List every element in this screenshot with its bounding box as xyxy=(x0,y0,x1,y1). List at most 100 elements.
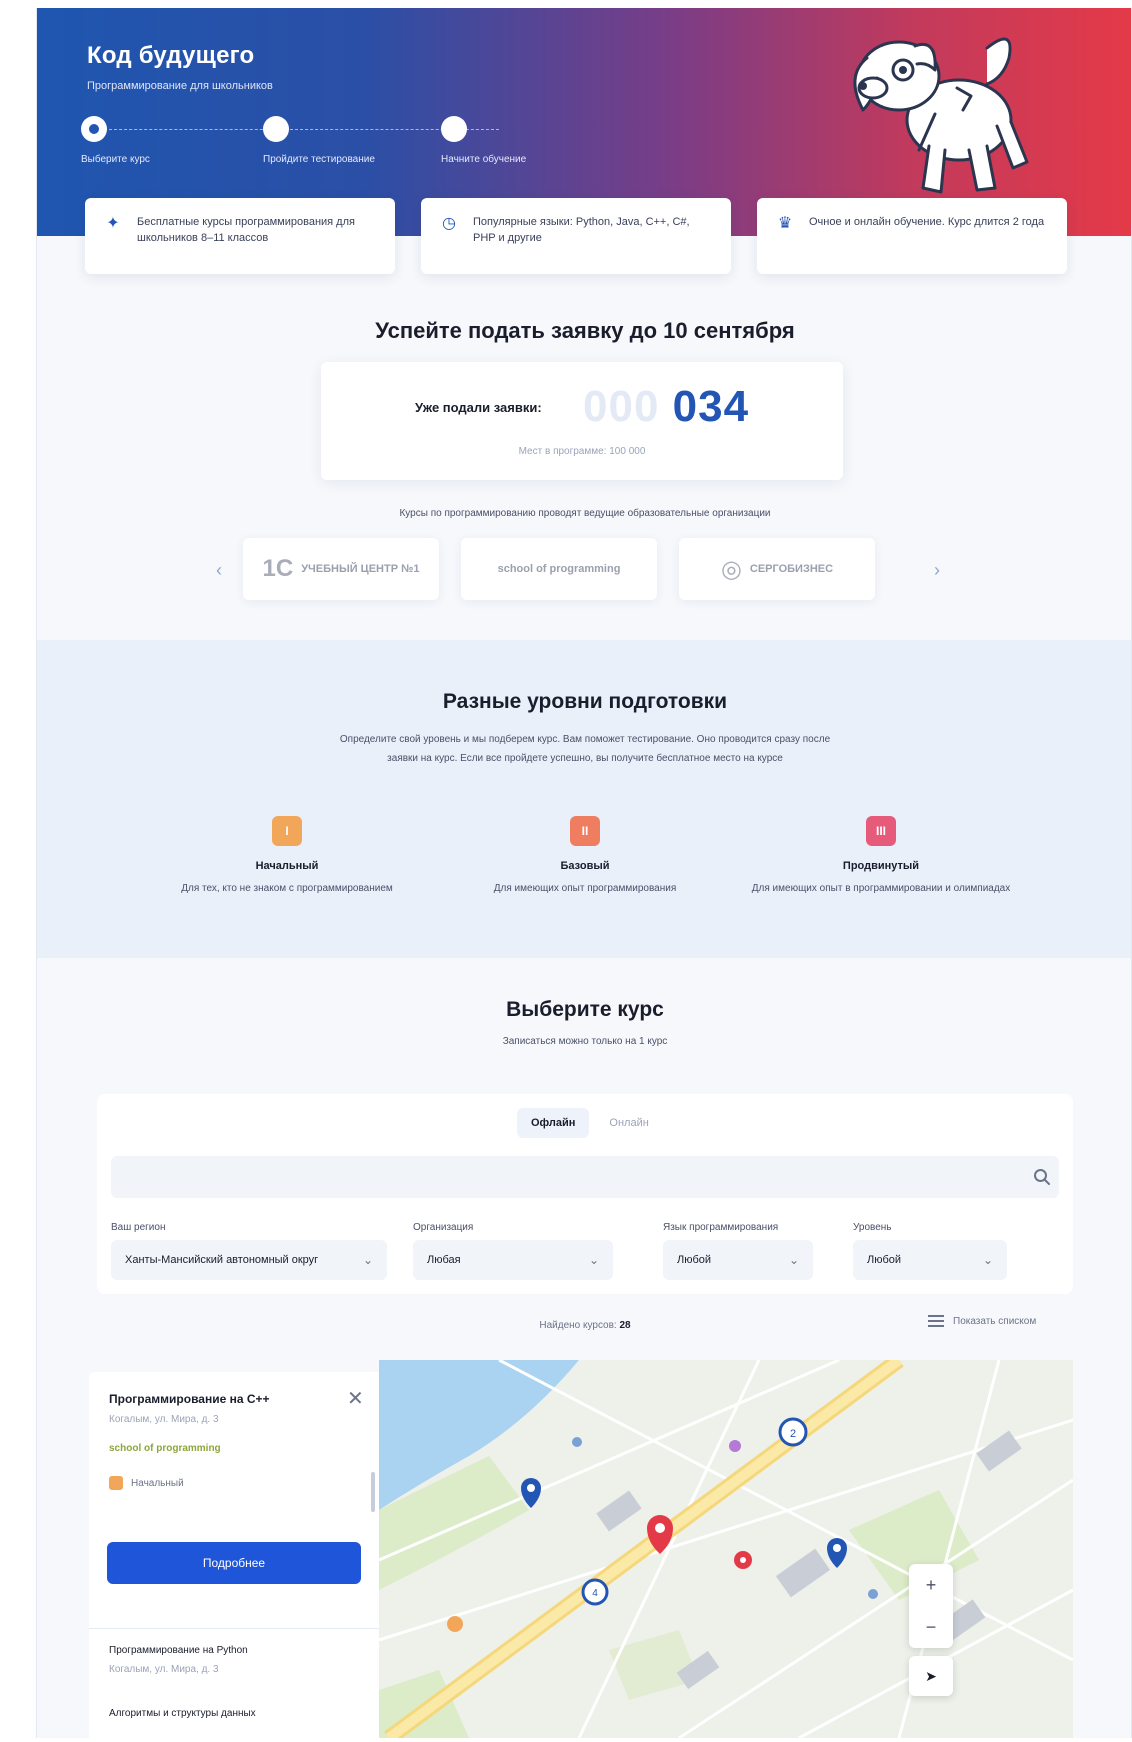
feature-card-format: ♛ Очное и онлайн обучение. Курс длится 2… xyxy=(757,198,1067,274)
chevron-down-icon: ⌄ xyxy=(788,1253,799,1267)
course-filter-panel: Офлайн Онлайн Ваш регион Ханты-Мансийски… xyxy=(97,1094,1073,1294)
counter-digits: 000 034 xyxy=(583,382,749,432)
list-item[interactable]: Программирование на Python Когалым, ул. … xyxy=(89,1628,379,1675)
region-select[interactable]: Ханты-Мансийский автономный округ ⌄ xyxy=(111,1240,387,1280)
level-beginner-icon: I xyxy=(272,816,302,846)
map-poi xyxy=(447,1616,463,1632)
feature-card-languages: ◷ Популярные языки: Python, Java, C++, C… xyxy=(421,198,731,274)
list-scrollbar[interactable] xyxy=(371,1472,375,1512)
course-card-level: Начальный xyxy=(109,1476,359,1490)
feature-card-free: ✦ Бесплатные курсы программирования для … xyxy=(85,198,395,274)
svg-text:4: 4 xyxy=(592,1588,598,1599)
sparkle-icon: ✦ xyxy=(106,215,120,232)
map-marker[interactable]: 2 xyxy=(778,1417,808,1447)
courses-found-count: 28 xyxy=(619,1320,631,1331)
search-icon[interactable] xyxy=(1033,1168,1051,1186)
courses-map[interactable]: 2 4 xyxy=(379,1360,1073,1738)
course-card-organization: school of programming xyxy=(109,1443,221,1454)
course-card-level-text: Начальный xyxy=(131,1477,184,1489)
clock-icon: ◷ xyxy=(442,215,456,232)
counter-label: Уже подали заявки: xyxy=(415,400,542,415)
level-beginner: I Начальный Для тех, кто не знаком с про… xyxy=(137,816,437,898)
level-desc: Для имеющих опыт программирования xyxy=(493,883,677,894)
partner-logo-3[interactable]: ◎ СЕРГОБИЗНЕС xyxy=(679,538,875,600)
course-card-title: Программирование на C++ xyxy=(109,1392,270,1406)
region-value: Ханты-Мансийский автономный округ xyxy=(125,1254,319,1266)
list-item[interactable]: Алгоритмы и структуры данных xyxy=(89,1708,379,1719)
deadline-title: Успейте подать заявку до 10 сентября xyxy=(375,318,795,343)
feature-text: Очное и онлайн обучение. Курс длится 2 г… xyxy=(809,216,1045,228)
course-card-address: Когалым, ул. Мира, д. 3 xyxy=(109,1414,219,1425)
language-label: Язык программирования xyxy=(663,1222,779,1233)
close-icon[interactable]: ✕ xyxy=(347,1386,364,1411)
list-item-title: Программирование на Python xyxy=(109,1645,248,1656)
list-item-title: Алгоритмы и структуры данных xyxy=(109,1708,256,1719)
partners-caption: Курсы по программированию проводят ведущ… xyxy=(399,508,771,519)
partner-logo-2[interactable]: school of programming xyxy=(461,538,657,600)
map-zoom-control: + − xyxy=(909,1564,953,1648)
steps-line xyxy=(99,129,499,130)
map-poi xyxy=(572,1437,582,1447)
step-3-label: Начните обучение xyxy=(441,154,527,165)
partner-logo-mark: ◎ xyxy=(720,555,742,583)
counter-capacity: Мест в программе: 100 000 xyxy=(518,446,646,457)
zoom-in-button[interactable]: + xyxy=(909,1564,953,1606)
list-icon xyxy=(928,1315,944,1327)
course-details-button[interactable]: Подробнее xyxy=(107,1542,361,1584)
organization-select[interactable]: Любая ⌄ xyxy=(413,1240,613,1280)
level-basic-icon: II xyxy=(570,816,600,846)
partner-logo-mark: 1С xyxy=(262,555,294,582)
feature-text: Популярные языки: Python, Java, C++, C#,… xyxy=(473,216,690,244)
course-subtitle: Записаться можно только на 1 курс xyxy=(502,1036,668,1047)
counter-value: 034 xyxy=(672,382,750,431)
page: Код будущего Программирование для школьн… xyxy=(36,8,1132,1738)
map-marker[interactable] xyxy=(734,1551,752,1569)
svg-text:2: 2 xyxy=(790,1428,796,1440)
tab-offline[interactable]: Офлайн xyxy=(517,1108,590,1138)
level-value: Любой xyxy=(867,1254,902,1266)
partner-logo-1[interactable]: 1С УЧЕБНЫЙ ЦЕНТР №1 xyxy=(243,538,439,600)
levels-section: Разные уровни подготовки Определите свой… xyxy=(37,640,1131,958)
level-name: Базовый xyxy=(560,860,610,872)
robot-dog-illustration xyxy=(853,37,1029,194)
step-1-dot xyxy=(81,116,107,142)
chevron-down-icon: ⌄ xyxy=(362,1253,373,1267)
level-name: Продвинутый xyxy=(842,860,920,872)
level-badge-icon xyxy=(109,1476,123,1490)
level-name: Начальный xyxy=(255,860,319,872)
partners-next-arrow[interactable]: › xyxy=(927,560,947,580)
level-select[interactable]: Любой ⌄ xyxy=(853,1240,1007,1280)
map-poi xyxy=(868,1589,878,1599)
show-as-list-button[interactable]: Показать списком xyxy=(927,1314,1036,1328)
partner-name: СЕРГОБИЗНЕС xyxy=(749,563,834,575)
selected-course-card: Программирование на C++ Когалым, ул. Мир… xyxy=(89,1372,379,1608)
level-advanced-icon: III xyxy=(866,816,896,846)
format-tabs: Офлайн Онлайн xyxy=(517,1108,663,1138)
zoom-out-button[interactable]: − xyxy=(909,1606,953,1648)
chevron-down-icon: ⌄ xyxy=(982,1253,993,1267)
chevron-down-icon: ⌄ xyxy=(588,1253,599,1267)
map-poi xyxy=(729,1440,741,1452)
counter-leading-zeros: 000 xyxy=(583,382,660,431)
language-select[interactable]: Любой ⌄ xyxy=(663,1240,813,1280)
tab-online[interactable]: Онлайн xyxy=(595,1108,662,1138)
partner-name: УЧЕБНЫЙ ЦЕНТР №1 xyxy=(301,563,420,575)
step-1-label: Выберите курс xyxy=(81,154,150,165)
level-filter-label: Уровень xyxy=(853,1222,892,1233)
partners-prev-arrow[interactable]: ‹ xyxy=(209,560,229,580)
hero-title: Код будущего xyxy=(87,42,255,69)
organization-value: Любая xyxy=(427,1254,461,1266)
feature-text: Бесплатные курсы программирования для шк… xyxy=(137,216,355,244)
level-desc: Для имеющих опыт в программировании и ол… xyxy=(751,883,1011,894)
level-advanced: III Продвинутый Для имеющих опыт в прогр… xyxy=(731,816,1031,898)
show-as-list-label: Показать списком xyxy=(953,1315,1037,1327)
locate-icon[interactable]: ➤ xyxy=(909,1656,953,1696)
course-search-input[interactable] xyxy=(111,1156,1059,1198)
region-label: Ваш регион xyxy=(111,1222,166,1233)
language-value: Любой xyxy=(677,1254,712,1266)
levels-title: Разные уровни подготовки xyxy=(442,690,728,713)
list-item-address: Когалым, ул. Мира, д. 3 xyxy=(109,1664,219,1675)
hero-subtitle: Программирование для школьников xyxy=(87,80,273,92)
map-marker[interactable]: 4 xyxy=(581,1578,609,1606)
level-basic: II Базовый Для имеющих опыт программиров… xyxy=(435,816,735,898)
